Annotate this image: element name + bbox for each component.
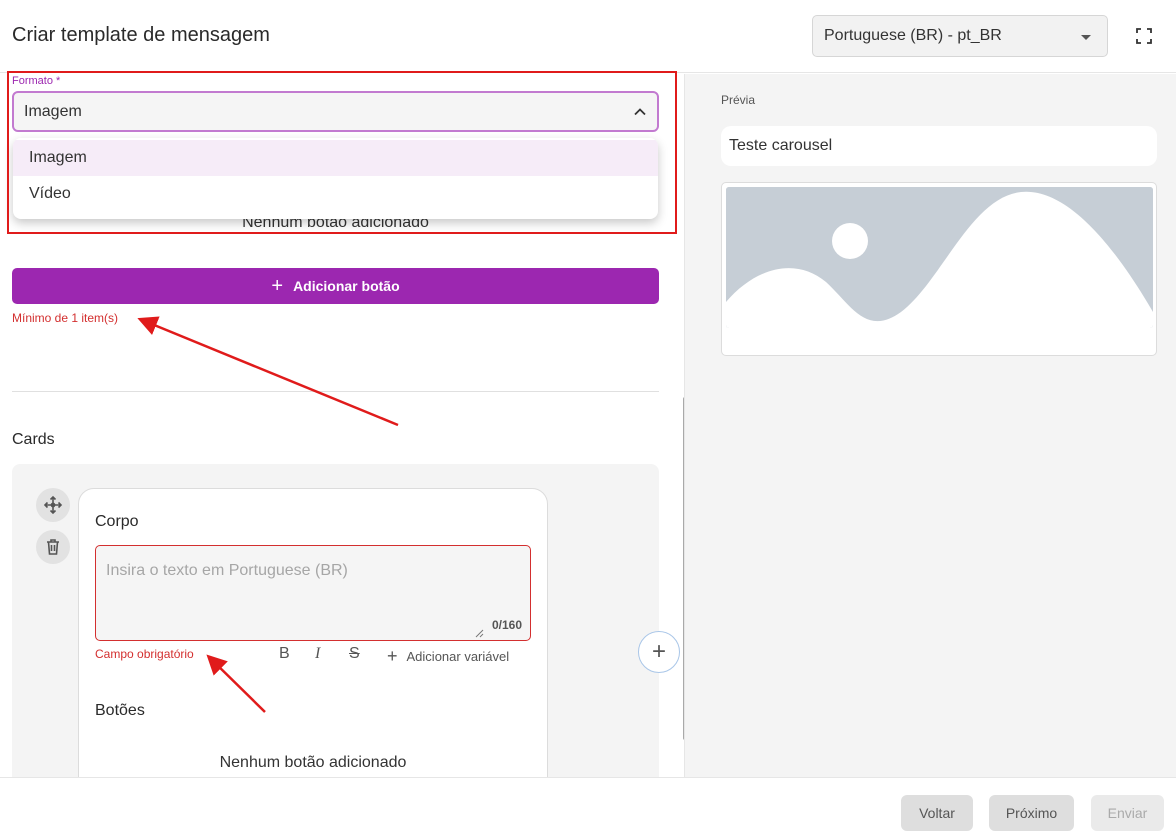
required-error: Campo obrigatório xyxy=(95,647,194,661)
italic-button[interactable]: I xyxy=(315,645,320,663)
carousel-card: Corpo Insira o texto em Portuguese (BR) … xyxy=(78,488,548,777)
cards-area: Corpo Insira o texto em Portuguese (BR) … xyxy=(12,464,659,777)
preview-text-card: Teste carousel xyxy=(721,126,1157,166)
preview-label: Prévia xyxy=(721,93,756,107)
char-counter: 0/160 xyxy=(491,618,522,632)
plus-icon: + xyxy=(387,646,398,666)
chevron-down-icon xyxy=(1081,35,1091,40)
add-button-label: Adicionar botão xyxy=(293,278,400,294)
highlight-box xyxy=(7,71,677,234)
plus-icon: + xyxy=(651,638,666,665)
image-placeholder-icon xyxy=(726,187,1153,328)
body-placeholder: Insira o texto em Portuguese (BR) xyxy=(106,562,348,579)
no-buttons-text: Nenhum botão adicionado xyxy=(219,754,407,771)
body-textarea[interactable]: Insira o texto em Portuguese (BR) 0/160 xyxy=(95,545,531,641)
send-button[interactable]: Enviar xyxy=(1091,795,1164,831)
min-items-error: Mínimo de 1 item(s) xyxy=(12,311,119,325)
back-button[interactable]: Voltar xyxy=(901,795,973,831)
header: Criar template de mensagem Portuguese (B… xyxy=(0,0,1176,73)
add-variable-label: Adicionar variável xyxy=(406,648,510,664)
fullscreen-icon[interactable] xyxy=(1134,26,1154,46)
language-select-value: Portuguese (BR) - pt_BR xyxy=(824,27,1002,44)
bold-button[interactable]: B xyxy=(279,645,290,663)
page-title: Criar template de mensagem xyxy=(12,24,270,46)
add-card-button[interactable]: + xyxy=(638,631,680,673)
divider xyxy=(12,391,659,392)
cards-title: Cards xyxy=(12,431,55,448)
move-icon[interactable] xyxy=(36,488,70,522)
body-label: Corpo xyxy=(95,513,139,530)
language-select[interactable]: Portuguese (BR) - pt_BR xyxy=(812,15,1108,57)
preview-image-card xyxy=(721,182,1157,356)
next-button[interactable]: Próximo xyxy=(989,795,1074,831)
resize-handle-icon[interactable] xyxy=(475,625,484,638)
add-button-button[interactable]: + Adicionar botão xyxy=(12,268,659,304)
preview-text: Teste carousel xyxy=(729,137,833,154)
footer: Voltar Próximo Enviar xyxy=(0,777,1176,840)
add-variable-button[interactable]: + Adicionar variável xyxy=(387,647,509,665)
preview-panel: Prévia Teste carousel xyxy=(684,74,1176,777)
plus-icon: + xyxy=(271,275,284,297)
strikethrough-button[interactable]: S xyxy=(349,645,360,663)
trash-icon[interactable] xyxy=(36,530,70,564)
buttons-label: Botões xyxy=(95,702,145,719)
